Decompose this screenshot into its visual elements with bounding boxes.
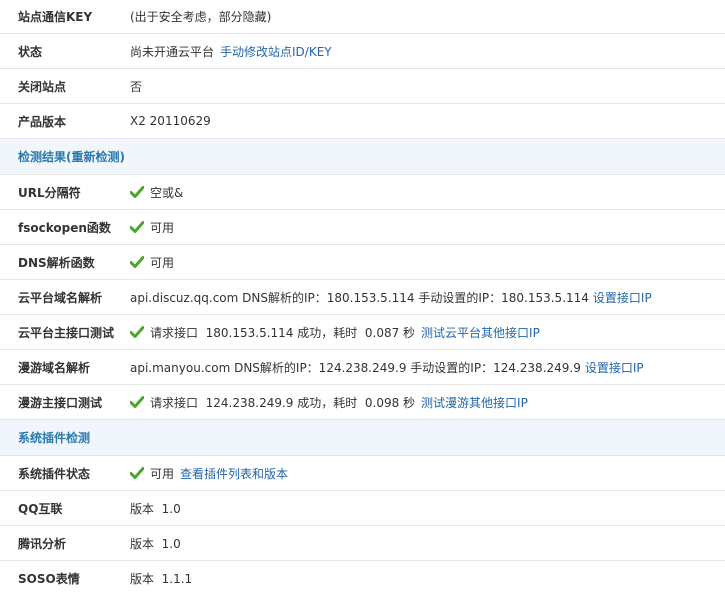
row-value: 空或& (150, 185, 184, 200)
row-value: 可用 (150, 220, 175, 235)
row-value: api.manyou.com DNS解析的IP：124.238.249.9 手动… (130, 360, 581, 375)
row-value: 可用 (150, 466, 175, 481)
check-icon (130, 221, 144, 233)
row-dns-function: DNS解析函数 可用 (0, 245, 725, 280)
row-cloud-dns: 云平台域名解析 api.discuz.qq.com DNS解析的IP：180.1… (0, 280, 725, 315)
check-icon (130, 326, 144, 338)
row-fsockopen: fsockopen函数 可用 (0, 210, 725, 245)
row-value: (出于安全考虑，部分隐藏) (130, 10, 272, 24)
test-cloud-other-ip-link[interactable]: 测试云平台其他接口IP (421, 324, 540, 341)
row-manyou-main-test: 漫游主接口测试 请求接口 124.238.249.9 成功，耗时 0.098 秒… (0, 385, 725, 420)
row-label: 产品版本 (18, 114, 67, 129)
row-value: X2 20110629 (130, 114, 211, 128)
check-icon (130, 256, 144, 268)
row-label: 腾讯分析 (18, 536, 67, 551)
row-value: 版本 1.0 (130, 501, 181, 516)
row-value-wrap: 尚未开通云平台 手动修改站点ID/KEY (130, 43, 332, 60)
row-label: 站点通信KEY (18, 10, 93, 24)
check-icon (130, 467, 144, 479)
row-value: 版本 1.0 (130, 536, 181, 551)
check-icon (130, 396, 144, 408)
row-plugin-status: 系统插件状态 可用 查看插件列表和版本 (0, 456, 725, 491)
row-value: 可用 (150, 255, 175, 270)
row-close-site: 关闭站点 否 (0, 69, 725, 104)
row-label: DNS解析函数 (18, 255, 95, 270)
row-value-wrap: 请求接口 180.153.5.114 成功，耗时 0.087 秒 测试云平台其他… (130, 324, 540, 341)
recheck-link[interactable]: (重新检测) (66, 148, 125, 165)
row-label: URL分隔符 (18, 185, 81, 200)
row-value-wrap: 可用 (130, 254, 174, 271)
row-value: 请求接口 124.238.249.9 成功，耗时 0.098 秒 (150, 395, 416, 410)
row-manyou-dns: 漫游域名解析 api.manyou.com DNS解析的IP：124.238.2… (0, 350, 725, 385)
row-tencent-analytics: 腾讯分析 版本 1.0 (0, 526, 725, 561)
section-check-results: 检测结果 (重新检测) (0, 139, 725, 175)
set-cloud-ip-link[interactable]: 设置接口IP (593, 289, 652, 306)
row-label: 漫游域名解析 (18, 360, 91, 375)
row-label: 关闭站点 (18, 79, 67, 94)
set-manyou-ip-link[interactable]: 设置接口IP (585, 359, 644, 376)
row-value: 否 (130, 79, 143, 94)
section-title: 系统插件检测 (18, 431, 91, 445)
row-value-wrap: api.discuz.qq.com DNS解析的IP：180.153.5.114… (130, 289, 652, 306)
row-label: QQ互联 (18, 501, 63, 516)
row-value-wrap: 可用 查看插件列表和版本 (130, 465, 288, 482)
row-label: SOSO表情 (18, 572, 80, 586)
row-value-wrap: 空或& (130, 184, 183, 201)
section-title: 检测结果 (18, 150, 67, 164)
row-site-key: 站点通信KEY (出于安全考虑，部分隐藏) (0, 0, 725, 34)
row-label: 云平台域名解析 (18, 290, 103, 305)
row-value-wrap: 请求接口 124.238.249.9 成功，耗时 0.098 秒 测试漫游其他接… (130, 394, 528, 411)
view-plugin-list-link[interactable]: 查看插件列表和版本 (180, 465, 288, 482)
row-label: 状态 (18, 44, 43, 59)
edit-site-id-key-link[interactable]: 手动修改站点ID/KEY (220, 43, 332, 60)
row-value-wrap: api.manyou.com DNS解析的IP：124.238.249.9 手动… (130, 359, 644, 376)
row-value: api.discuz.qq.com DNS解析的IP：180.153.5.114… (130, 290, 589, 305)
check-icon (130, 186, 144, 198)
row-url-separator: URL分隔符 空或& (0, 175, 725, 210)
row-cloud-main-test: 云平台主接口测试 请求接口 180.153.5.114 成功，耗时 0.087 … (0, 315, 725, 350)
row-value: 版本 1.1.1 (130, 572, 193, 586)
row-value-wrap: 可用 (130, 219, 174, 236)
row-soso-emoji: SOSO表情 版本 1.1.1 (0, 561, 725, 596)
cloud-status-table: 站点通信KEY (出于安全考虑，部分隐藏) 状态 尚未开通云平台 手动修改站点I… (0, 0, 725, 596)
row-status: 状态 尚未开通云平台 手动修改站点ID/KEY (0, 34, 725, 69)
test-manyou-other-ip-link[interactable]: 测试漫游其他接口IP (421, 394, 528, 411)
row-label: 系统插件状态 (18, 466, 91, 481)
row-value: 请求接口 180.153.5.114 成功，耗时 0.087 秒 (150, 325, 416, 340)
row-label: 漫游主接口测试 (18, 395, 103, 410)
row-label: 云平台主接口测试 (18, 325, 115, 340)
row-label: fsockopen函数 (18, 220, 111, 235)
row-value: 尚未开通云平台 (130, 44, 215, 59)
row-product-version: 产品版本 X2 20110629 (0, 104, 725, 139)
section-system-plugins: 系统插件检测 (0, 420, 725, 456)
row-qq-connect: QQ互联 版本 1.0 (0, 491, 725, 526)
